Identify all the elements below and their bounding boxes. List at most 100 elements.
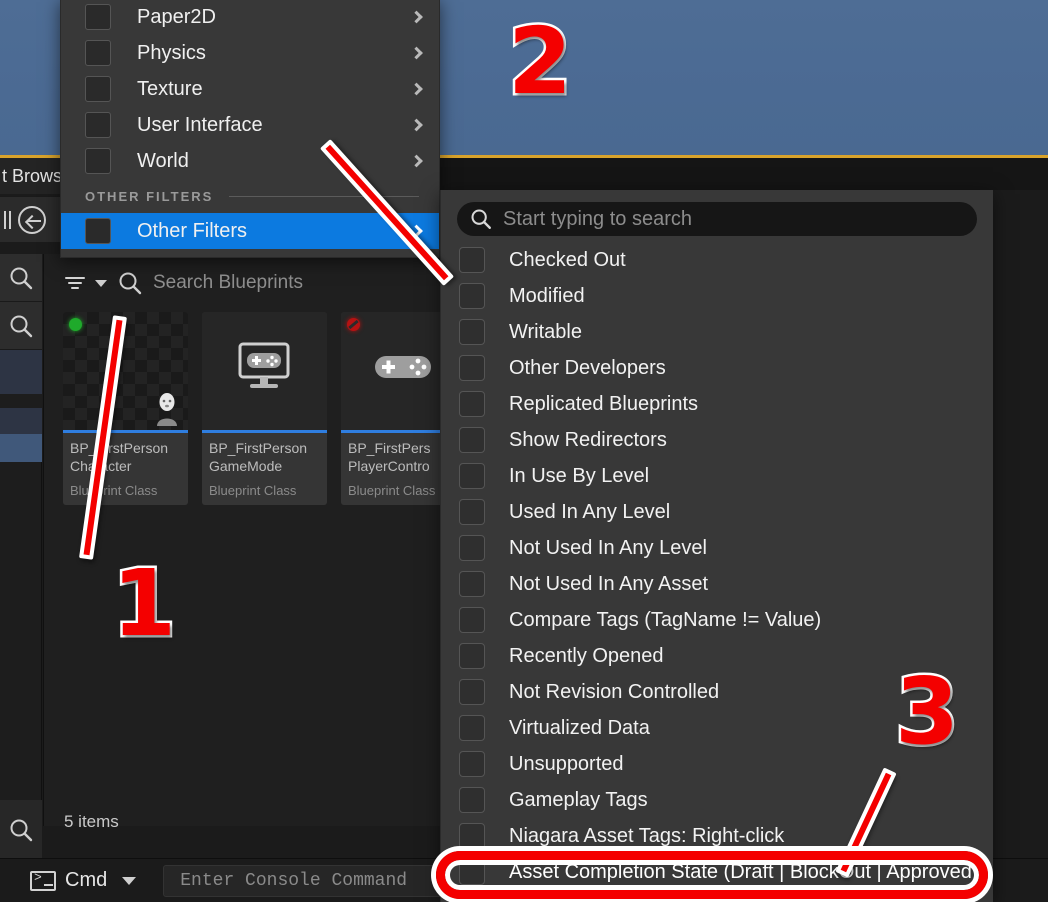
filter-label: Asset Completion State (Draft | BlockOut…	[509, 860, 979, 883]
checkbox[interactable]	[459, 535, 485, 561]
screenshot-root: t Brows Search Blueprints BP_FirstPerson…	[0, 0, 1048, 902]
tree-search-button[interactable]	[0, 254, 42, 302]
search-icon	[471, 209, 491, 229]
filter-not-revision-controlled[interactable]: Not Revision Controlled	[441, 674, 993, 710]
bottom-search-button[interactable]	[0, 800, 42, 860]
checkbox[interactable]	[459, 283, 485, 309]
tree-item[interactable]	[0, 350, 42, 394]
filter-in-use-by-level[interactable]: In Use By Level	[441, 458, 993, 494]
tree-filter-search-button[interactable]	[0, 302, 42, 350]
filter-label: Compare Tags (TagName != Value)	[509, 608, 822, 631]
checkbox[interactable]	[459, 247, 485, 273]
filter-gameplay-tags[interactable]: Gameplay Tags	[441, 782, 993, 818]
asset-meta: BP_FirstPerson GameMode Blueprint Class	[202, 433, 327, 505]
checkbox[interactable]	[459, 859, 485, 885]
checkbox[interactable]	[459, 571, 485, 597]
asset-type: Blueprint Class	[70, 483, 158, 498]
chevron-down-icon[interactable]	[95, 279, 107, 287]
asset-name: BP_FirstPerson GameMode	[209, 440, 308, 474]
checkbox[interactable]	[459, 427, 485, 453]
chevron-right-icon	[410, 118, 423, 132]
filter-checked-out[interactable]: Checked Out	[441, 242, 993, 278]
submenu-search-box[interactable]: Start typing to search	[457, 202, 977, 236]
menu-item-texture[interactable]: Texture	[61, 71, 439, 107]
checkbox[interactable]	[85, 218, 111, 244]
checkbox[interactable]	[459, 679, 485, 705]
menu-section-header: OTHER FILTERS	[61, 179, 439, 213]
checkbox[interactable]	[85, 148, 111, 174]
asset-name: BP_FirstPerson Character	[70, 440, 169, 474]
checkbox[interactable]	[459, 391, 485, 417]
menu-item-physics[interactable]: Physics	[61, 35, 439, 71]
checkbox[interactable]	[459, 607, 485, 633]
filter-not-used-in-any-asset[interactable]: Not Used In Any Asset	[441, 566, 993, 602]
checkbox[interactable]	[85, 4, 111, 30]
menu-item-user-interface[interactable]: User Interface	[61, 107, 439, 143]
asset-search-row: Search Blueprints	[43, 258, 448, 308]
checkbox[interactable]	[459, 319, 485, 345]
filter-show-redirectors[interactable]: Show Redirectors	[441, 422, 993, 458]
other-filters-menu-item[interactable]: Other Filters	[61, 213, 439, 249]
menu-item-label: User Interface	[137, 113, 263, 136]
menu-item-label: Paper2D	[137, 5, 216, 28]
console-mode-label[interactable]: Cmd	[65, 869, 107, 892]
filter-label: Recently Opened	[509, 644, 664, 667]
back-arrow-icon[interactable]	[18, 205, 46, 234]
filter-label: Not Revision Controlled	[509, 680, 720, 703]
menu-item-label: Other Filters	[137, 219, 248, 242]
chevron-right-icon	[410, 224, 423, 238]
pause-icon	[2, 210, 12, 229]
checkbox[interactable]	[85, 76, 111, 102]
checkbox[interactable]	[85, 112, 111, 138]
filter-recently-opened[interactable]: Recently Opened	[441, 638, 993, 674]
filter-compare-tags[interactable]: Compare Tags (TagName != Value)	[441, 602, 993, 638]
chevron-right-icon	[410, 46, 423, 60]
console-placeholder: Enter Console Command	[180, 870, 408, 891]
checkbox[interactable]	[459, 787, 485, 813]
filter-unsupported[interactable]: Unsupported	[441, 746, 993, 782]
tree-spacer	[0, 394, 42, 408]
filter-label: In Use By Level	[509, 464, 650, 487]
content-browser-tab[interactable]: t Brows	[0, 158, 60, 194]
divider	[229, 195, 419, 197]
filter-replicated-blueprints[interactable]: Replicated Blueprints	[441, 386, 993, 422]
filter-writable[interactable]: Writable	[441, 314, 993, 350]
filter-label: Not Used In Any Level	[509, 536, 707, 559]
menu-item-world[interactable]: World	[61, 143, 439, 179]
terminal-icon	[30, 870, 56, 891]
asset-search-input[interactable]: Search Blueprints	[153, 272, 303, 294]
chevron-down-icon[interactable]	[122, 876, 137, 885]
filter-label: Not Used In Any Asset	[509, 572, 708, 595]
filter-other-developers[interactable]: Other Developers	[441, 350, 993, 386]
checkbox[interactable]	[459, 463, 485, 489]
filter-label: Gameplay Tags	[509, 788, 648, 811]
chevron-right-icon	[410, 10, 423, 24]
checkbox[interactable]	[459, 823, 485, 849]
checkbox[interactable]	[459, 643, 485, 669]
item-count-label: 5 items	[64, 812, 119, 831]
filter-not-used-in-any-level[interactable]: Not Used In Any Level	[441, 530, 993, 566]
checkbox[interactable]	[459, 499, 485, 525]
tree-item-selected[interactable]	[0, 434, 42, 462]
filter-label: Writable	[509, 320, 582, 343]
filter-niagara-asset-tags[interactable]: Niagara Asset Tags: Right-click	[441, 818, 993, 854]
menu-item-label: Physics	[137, 41, 206, 64]
filter-virtualized-data[interactable]: Virtualized Data	[441, 710, 993, 746]
checkbox[interactable]	[459, 715, 485, 741]
tree-item[interactable]	[0, 408, 42, 434]
filter-label: Other Developers	[509, 356, 666, 379]
search-icon	[10, 819, 33, 842]
checkbox[interactable]	[85, 40, 111, 66]
asset-completion-state-filter[interactable]: Asset Completion State (Draft | BlockOut…	[441, 854, 993, 890]
checkbox[interactable]	[459, 355, 485, 381]
filter-label: Used In Any Level	[509, 500, 671, 523]
menu-item-label: Texture	[137, 77, 203, 100]
search-icon	[10, 267, 33, 289]
asset-tile[interactable]: BP_FirstPerson GameMode Blueprint Class	[202, 312, 327, 505]
filter-used-in-any-level[interactable]: Used In Any Level	[441, 494, 993, 530]
filter-icon[interactable]	[65, 274, 87, 292]
asset-tile[interactable]: BP_FirstPerson Character Blueprint Class	[63, 312, 188, 505]
menu-item-paper2d[interactable]: Paper2D	[61, 0, 439, 35]
checkbox[interactable]	[459, 751, 485, 777]
filter-modified[interactable]: Modified	[441, 278, 993, 314]
